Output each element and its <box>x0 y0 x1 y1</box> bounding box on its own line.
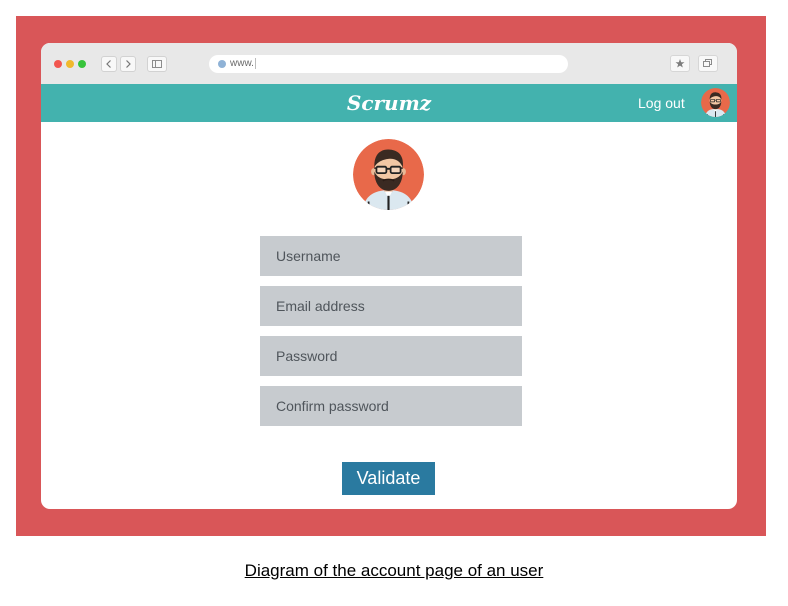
email-input[interactable] <box>260 286 522 326</box>
minimize-window-button[interactable] <box>66 60 74 68</box>
text-caret <box>254 57 256 69</box>
site-info-icon <box>218 60 226 68</box>
profile-avatar-icon <box>353 139 424 210</box>
app-header: Scrumz Log out <box>41 84 737 122</box>
confirm-password-input[interactable] <box>260 386 522 426</box>
chevron-left-icon <box>106 60 111 68</box>
maximize-window-button[interactable] <box>78 60 86 68</box>
user-avatar-icon[interactable] <box>701 88 730 117</box>
back-button[interactable] <box>101 56 117 72</box>
bookmark-button[interactable] <box>670 55 690 72</box>
forward-button[interactable] <box>120 56 136 72</box>
tabs-button[interactable] <box>698 55 718 72</box>
address-bar[interactable]: www. <box>209 55 568 73</box>
star-icon <box>675 59 685 68</box>
close-window-button[interactable] <box>54 60 62 68</box>
brand-logo: Scrumz <box>346 91 432 115</box>
password-input[interactable] <box>260 336 522 376</box>
tabs-icon <box>703 59 712 67</box>
sidebar-toggle-button[interactable] <box>147 56 167 72</box>
browser-window: www. Scrumz Log out Username Email addre… <box>41 43 737 509</box>
chevron-right-icon <box>126 60 131 68</box>
browser-toolbar: www. <box>41 43 737 84</box>
logout-link[interactable]: Log out <box>638 94 685 112</box>
validate-button[interactable]: Validate <box>342 462 435 495</box>
sidebar-icon <box>152 60 162 68</box>
username-input[interactable] <box>260 236 522 276</box>
address-input[interactable]: www. <box>230 57 256 71</box>
diagram-caption: Diagram of the account page of an user <box>244 561 544 580</box>
address-value: www. <box>230 58 254 69</box>
